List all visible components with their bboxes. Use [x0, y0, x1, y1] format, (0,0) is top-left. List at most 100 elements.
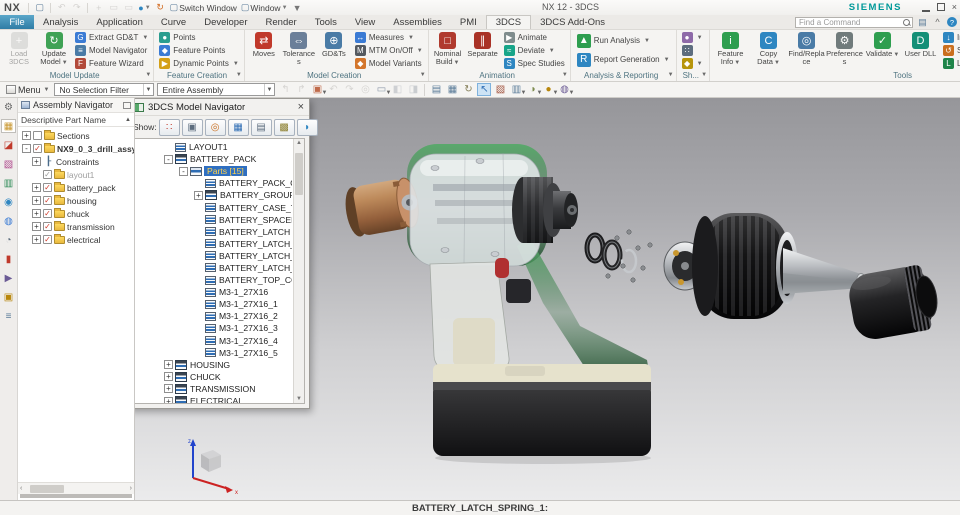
ribbon-group-label-animation[interactable]: Animation▼	[429, 69, 570, 81]
expander-icon[interactable]: +	[32, 183, 41, 192]
tab-curve[interactable]: Curve	[152, 15, 195, 29]
close-button[interactable]: ×	[952, 1, 957, 13]
extract-gd-t-button[interactable]: GExtract GD&T▼	[72, 31, 151, 44]
tab-analysis[interactable]: Analysis	[34, 15, 87, 29]
reroute-button[interactable]: ↻	[154, 1, 167, 14]
ribbon-group-label-sh-[interactable]: Sh...▼	[677, 69, 709, 81]
collapse-ribbon-icon[interactable]: ^	[932, 17, 943, 27]
show-moves-button[interactable]: ∷	[159, 119, 180, 136]
tree-item-m3-1-27x16-2[interactable]: M3-1_27X16_2	[134, 310, 292, 322]
selection-filter-dropdown[interactable]: No Selection Filter ▼	[54, 83, 154, 96]
redo-button[interactable]: ↷	[70, 1, 83, 14]
horizontal-scrollbar[interactable]: ‹ ›	[18, 482, 134, 494]
tree-item-m3-1-27x16-4[interactable]: M3-1_27X16_4	[134, 335, 292, 347]
visibility-checkbox[interactable]: ✓	[43, 183, 52, 192]
customize-button[interactable]: ▼	[291, 1, 304, 14]
save-button[interactable]: ▢	[33, 1, 46, 14]
show-display-button[interactable]: ◗	[297, 119, 318, 136]
panel-resize-handle[interactable]	[20, 494, 132, 498]
run-analysis-button[interactable]: ▲Run Analysis▼	[573, 31, 674, 50]
reuse-selection-button[interactable]: ↰	[278, 83, 292, 96]
maximize-button[interactable]	[937, 3, 945, 11]
sidebar-tab-roles[interactable]: ▮	[1, 252, 16, 266]
tree-item-m3-1-27x16[interactable]: M3-1_27X16	[134, 286, 292, 298]
moves-button[interactable]: ⇄Moves	[247, 31, 281, 58]
tree-item-battery-case-top[interactable]: BATTERY_CASE_TOP	[134, 201, 292, 213]
visibility-checkbox[interactable]: ✓	[43, 235, 52, 244]
sidebar-tab-gear[interactable]: ⚙	[1, 100, 16, 114]
paste-button[interactable]: ▭	[107, 1, 120, 14]
animate-button[interactable]: ▶Animate	[501, 31, 568, 44]
tree-item-sections[interactable]: +Sections	[18, 129, 134, 142]
expander-icon[interactable]: -	[164, 155, 173, 164]
share-2-button[interactable]: ∷	[679, 44, 706, 57]
tab-tools[interactable]: Tools	[306, 15, 346, 29]
ribbon-group-label-feature-creation[interactable]: Feature Creation▼	[154, 69, 244, 81]
ribbon-group-label-tools[interactable]: Tools▼	[710, 69, 960, 81]
rect-select-button[interactable]: ▭▼	[374, 83, 388, 96]
show-views-button[interactable]: ▦	[228, 119, 249, 136]
scroll-down-icon[interactable]: ▼	[296, 396, 302, 402]
switch-window-button[interactable]: ▢Switch Window	[169, 1, 238, 14]
expander-icon[interactable]: +	[32, 196, 41, 205]
window-panel-icon[interactable]: ▤	[917, 17, 928, 28]
visual-style-button[interactable]: ◑▼	[525, 83, 539, 96]
scroll-left-icon[interactable]: ‹	[20, 485, 22, 492]
tab-file[interactable]: File	[0, 15, 34, 29]
visibility-checkbox[interactable]: ✓	[43, 170, 52, 179]
rotate-view-button[interactable]: ↻	[461, 83, 475, 96]
expander-icon[interactable]: -	[179, 167, 188, 176]
window-button[interactable]: ▢Window▼	[240, 1, 289, 14]
tree-item-battery-top-contact[interactable]: BATTERY_TOP_CONTACT	[134, 274, 292, 286]
expander-icon[interactable]: +	[32, 209, 41, 218]
sidebar-tab-hd3d-tools[interactable]: ◉	[1, 195, 16, 209]
tree-item-nx9-0-3-drill-assy-syst[interactable]: -✓NX9_0_3_drill_assy_Syst	[18, 142, 134, 155]
show-tables-button[interactable]: ▤	[251, 119, 272, 136]
validate-button[interactable]: ✓Validate▼	[864, 31, 901, 59]
tree-item-electrical[interactable]: +ELECTRICAL	[134, 395, 292, 404]
tree-item-housing[interactable]: +HOUSING	[134, 359, 292, 371]
deviate-button[interactable]: ≈Deviate▼	[501, 44, 568, 57]
tree-item-battery-spacer[interactable]: BATTERY_SPACER	[134, 214, 292, 226]
sidebar-tab-assembly-navigator[interactable]: ▦	[1, 119, 16, 133]
save-backup-button[interactable]: ↺Save Backup▼	[940, 44, 960, 57]
zoom-select-button[interactable]: ◎	[358, 83, 372, 96]
selection-scope-dropdown[interactable]: Entire Assembly ▼	[157, 83, 275, 96]
expander-icon[interactable]: +	[164, 360, 173, 369]
redo-selection-button[interactable]: ↷	[342, 83, 356, 96]
expander-icon[interactable]: +	[32, 235, 41, 244]
tab-pmi[interactable]: PMI	[451, 15, 486, 29]
preferences-button[interactable]: ⚙Preferences	[826, 31, 863, 66]
tree-item-battery-pack-case[interactable]: BATTERY_PACK_CASE	[134, 177, 292, 189]
tree-item-battery-group[interactable]: +BATTERY_GROUP	[134, 189, 292, 201]
feature-info-button[interactable]: iFeature Info▼	[712, 31, 749, 67]
show-tolerances-button[interactable]: ▣	[182, 119, 203, 136]
render-mode-button[interactable]: ◍▼	[557, 83, 571, 96]
tab-assemblies[interactable]: Assemblies	[384, 15, 451, 29]
help-icon[interactable]: ?	[947, 17, 957, 27]
scrollbar-thumb[interactable]	[295, 153, 303, 195]
expander-icon[interactable]: +	[164, 397, 173, 404]
show-patterns-button[interactable]: ▩	[274, 119, 295, 136]
visibility-checkbox[interactable]: ✓	[43, 196, 52, 205]
visibility-checkbox[interactable]	[33, 131, 42, 140]
tree-item-chuck[interactable]: +✓chuck	[18, 207, 134, 220]
undock-icon[interactable]	[123, 102, 131, 109]
tree-item-battery-latch-spring[interactable]: BATTERY_LATCH_SPRING	[134, 250, 292, 262]
view-iso-button[interactable]: ▦	[445, 83, 459, 96]
copy-button[interactable]: ▭	[122, 1, 135, 14]
minimize-button[interactable]	[922, 10, 930, 12]
report-generation-button[interactable]: RReport Generation▼	[573, 50, 674, 69]
expander-icon[interactable]: +	[164, 384, 173, 393]
sidebar-tab-history[interactable]: ◔	[1, 233, 16, 247]
select-parent-button[interactable]: ↱	[294, 83, 308, 96]
layer-settings-button[interactable]: ▥▼	[509, 83, 523, 96]
tab-developer[interactable]: Developer	[195, 15, 256, 29]
expander-icon[interactable]: +	[194, 191, 203, 200]
share-1-button[interactable]: ●▼	[679, 31, 706, 44]
search-icon[interactable]	[903, 19, 911, 27]
sidebar-tab-web-browser[interactable]: ◍	[1, 214, 16, 228]
import-button[interactable]: ↓Import▼	[940, 31, 960, 44]
solid-view-button[interactable]: ◨	[406, 83, 420, 96]
tab-application[interactable]: Application	[87, 15, 151, 29]
